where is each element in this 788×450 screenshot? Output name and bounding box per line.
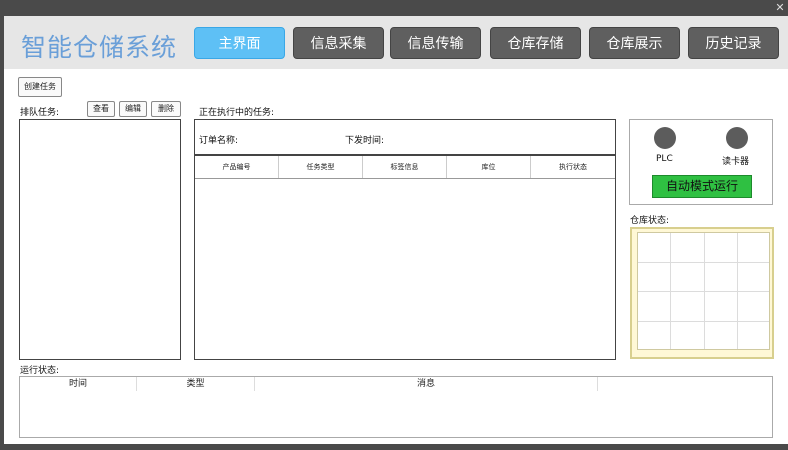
column-header: 标签信息 bbox=[363, 156, 447, 178]
app-title: 智能仓储系统 bbox=[21, 33, 178, 62]
column-header: 执行状态 bbox=[559, 163, 587, 171]
column-header: 消息 bbox=[255, 377, 598, 391]
main-content: 创建任务 排队任务: 查看 编辑 删除 正在执行中的任务: 订单名称: 下发时间… bbox=[4, 69, 788, 444]
issue-time-label: 下发时间: bbox=[345, 136, 385, 146]
create-task-button[interactable]: 创建任务 bbox=[18, 77, 62, 97]
plc-label: PLC bbox=[656, 154, 673, 164]
plc-indicator-icon bbox=[654, 127, 676, 149]
nav-info-transfer[interactable]: 信息传输 bbox=[390, 27, 481, 59]
run-status-label: 运行状态: bbox=[20, 366, 60, 376]
reader-indicator-icon bbox=[726, 127, 748, 149]
warehouse-grid bbox=[630, 227, 774, 359]
queue-label: 排队任务: bbox=[20, 108, 60, 118]
current-task-label: 正在执行中的任务: bbox=[199, 108, 275, 118]
edit-button[interactable]: 编辑 bbox=[119, 101, 147, 117]
column-header: 时间 bbox=[20, 377, 137, 391]
table-header: 产品编号 任务类型 标签信息 库位 执行状态 bbox=[195, 156, 615, 179]
column-header: 库位 bbox=[447, 156, 531, 178]
reader-label: 读卡器 bbox=[722, 157, 750, 167]
queue-list[interactable] bbox=[19, 119, 181, 360]
nav-main[interactable]: 主界面 bbox=[194, 27, 285, 59]
column-header bbox=[598, 377, 772, 391]
nav-storage[interactable]: 仓库存储 bbox=[490, 27, 581, 59]
header-bar: 智能仓储系统 主界面 信息采集 信息传输 仓库存储 仓库展示 历史记录 bbox=[4, 16, 788, 69]
warehouse-grid-area bbox=[637, 232, 770, 350]
auto-mode-button[interactable]: 自动模式运行 bbox=[652, 175, 752, 198]
view-button[interactable]: 查看 bbox=[87, 101, 115, 117]
delete-button[interactable]: 删除 bbox=[151, 101, 181, 117]
column-header: 产品编号 bbox=[195, 156, 279, 178]
run-log-table[interactable]: 时间 类型 消息 bbox=[19, 376, 773, 438]
nav-history[interactable]: 历史记录 bbox=[688, 27, 779, 59]
current-task-info: 订单名称: 下发时间: bbox=[194, 119, 616, 155]
order-name-label: 订单名称: bbox=[199, 136, 239, 146]
app-window: ✕ 智能仓储系统 主界面 信息采集 信息传输 仓库存储 仓库展示 历史记录 创建… bbox=[0, 0, 788, 450]
nav-display[interactable]: 仓库展示 bbox=[589, 27, 680, 59]
close-icon[interactable]: ✕ bbox=[774, 2, 786, 14]
nav-info-collect[interactable]: 信息采集 bbox=[293, 27, 384, 59]
current-task-table[interactable]: 产品编号 任务类型 标签信息 库位 执行状态 bbox=[194, 155, 616, 360]
column-header: 类型 bbox=[137, 377, 255, 391]
column-header: 任务类型 bbox=[279, 156, 363, 178]
device-status-panel: PLC 读卡器 自动模式运行 bbox=[629, 119, 773, 205]
warehouse-status-label: 仓库状态: bbox=[630, 216, 670, 226]
